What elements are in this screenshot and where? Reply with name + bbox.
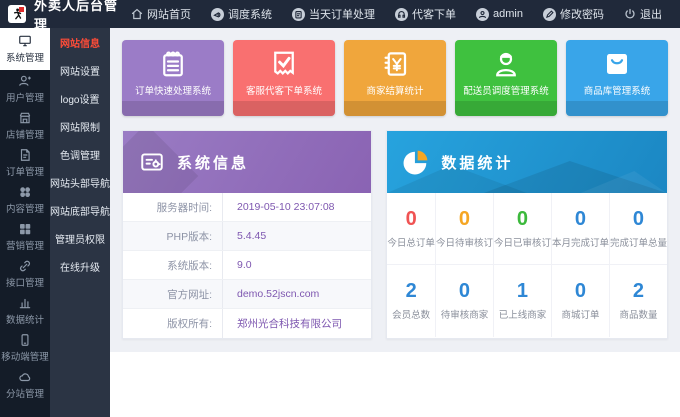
stat-total-completed-orders: 0 完成订单总量 [610, 193, 667, 265]
stats-grid: 0 今日总订单 0 今日待审核订 0 今日已审核订 0 本月完成订单 [387, 193, 667, 337]
system-window-icon [139, 149, 165, 175]
stat-online-merchants: 1 已上线商家 [494, 265, 552, 337]
stat-today-approved-orders: 0 今日已审核订 [494, 193, 552, 265]
top-item-dispatch[interactable]: 调度系统 [201, 0, 282, 28]
notepad-icon [158, 49, 188, 79]
sidebar-item-users[interactable]: 用户管理 [0, 70, 50, 107]
home-icon [131, 8, 143, 20]
sidebar-item-shops[interactable]: 店铺管理 [0, 107, 50, 144]
users-icon [18, 74, 32, 88]
info-row-copyright: 版权所有: 郑州光合科技有限公司 [123, 309, 371, 338]
user-icon [476, 8, 489, 21]
main-content: 订单快速处理系统 客服代客下单系统 商家结算统计 配送员调度管理系统 商品库管理… [110, 28, 680, 417]
top-item-today-orders[interactable]: 当天订单处理 [282, 0, 385, 28]
link-icon [18, 259, 32, 273]
sidebar-item-system[interactable]: 系统管理 [0, 28, 50, 70]
sidebar-item-orders[interactable]: 订单管理 [0, 144, 50, 181]
app-window: 外卖人后台管理 网站首页 调度系统 当天订单处理 [0, 0, 680, 417]
tile-order-processing[interactable]: 订单快速处理系统 [122, 40, 224, 116]
logo-stamp [19, 7, 24, 12]
edit-password-icon [543, 8, 556, 21]
ledger-yen-icon [380, 49, 410, 79]
stat-today-pending-orders: 0 今日待审核订 [436, 193, 494, 265]
cloud-icon [18, 370, 32, 384]
tile-product-library[interactable]: 商品库管理系统 [566, 40, 668, 116]
marketing-icon [18, 222, 32, 236]
mobile-app-icon [18, 333, 32, 347]
data-stats-title: 数据统计 [441, 152, 513, 173]
info-row-system-version: 系统版本: 9.0 [123, 251, 371, 280]
system-icon [18, 34, 32, 48]
order-file-icon [18, 148, 32, 162]
info-row-server-time: 服务器时间: 2019-05-10 23:07:08 [123, 193, 371, 222]
app-title: 外卖人后台管理 [34, 0, 121, 33]
content-icon [18, 185, 32, 199]
data-stats-panel: 数据统计 0 今日总订单 0 今日待审核订 0 今日已审核订 [386, 130, 668, 339]
system-info-panel: 系统信息 服务器时间: 2019-05-10 23:07:08 PHP版本: 5… [122, 130, 372, 339]
info-row-official-site: 官方网址: demo.52jscn.com [123, 280, 371, 309]
sidebar-item-content[interactable]: 内容管理 [0, 181, 50, 218]
stat-total-members: 2 会员总数 [387, 265, 436, 337]
top-item-change-password[interactable]: 修改密码 [533, 0, 614, 28]
stat-pending-merchants: 0 待审核商家 [436, 265, 494, 337]
system-info-title: 系统信息 [177, 152, 249, 173]
shopping-bag-icon [602, 49, 632, 79]
sidebar-item-subsites[interactable]: 分站管理 [0, 366, 50, 403]
data-stats-header: 数据统计 [387, 131, 667, 193]
sidebar-item-statistics[interactable]: 数据统计 [0, 292, 50, 329]
system-info-table: 服务器时间: 2019-05-10 23:07:08 PHP版本: 5.4.45… [123, 193, 371, 338]
submenu-item-site-settings[interactable]: 网站设置 [50, 56, 110, 84]
courier-icon [491, 49, 521, 79]
tile-proxy-order-system[interactable]: 客服代客下单系统 [233, 40, 335, 116]
stat-total-products: 2 商品数量 [610, 265, 667, 337]
topbar: 外卖人后台管理 网站首页 调度系统 当天订单处理 [0, 0, 680, 28]
sidebar-item-api[interactable]: 接口管理 [0, 255, 50, 292]
pie-chart-icon [403, 149, 429, 175]
submenu-item-theme[interactable]: 色调管理 [50, 140, 110, 168]
shop-icon [18, 111, 32, 125]
dashboard-panels: 系统信息 服务器时间: 2019-05-10 23:07:08 PHP版本: 5… [122, 130, 668, 339]
sidebar-item-mobile[interactable]: 移动端管理 [0, 329, 50, 366]
app-logo-icon [8, 5, 26, 23]
tile-merchant-settlement[interactable]: 商家结算统计 [344, 40, 446, 116]
top-item-home[interactable]: 网站首页 [121, 0, 201, 28]
submenu-item-admin-rights[interactable]: 管理员权限 [50, 224, 110, 252]
proxy-order-icon [395, 8, 408, 21]
primary-sidebar: 系统管理 用户管理 店铺管理 订单管理 内容管理 营销管理 接口管理 数据统计 [0, 28, 50, 417]
today-orders-icon [292, 8, 305, 21]
top-item-proxy-order[interactable]: 代客下单 [385, 0, 466, 28]
system-info-header: 系统信息 [123, 131, 371, 193]
submenu-item-online-upgrade[interactable]: 在线升级 [50, 252, 110, 280]
stat-today-orders: 0 今日总订单 [387, 193, 436, 265]
top-item-admin[interactable]: admin [466, 0, 533, 28]
sidebar-item-marketing[interactable]: 营销管理 [0, 218, 50, 255]
receipt-check-icon [269, 49, 299, 79]
tile-courier-dispatch[interactable]: 配送员调度管理系统 [455, 40, 557, 116]
submenu-item-header-nav[interactable]: 网站头部导航 [50, 168, 110, 196]
secondary-sidebar: 网站信息 网站设置 logo设置 网站限制 色调管理 网站头部导航 网站底部导航… [50, 28, 110, 417]
submenu-item-footer-nav[interactable]: 网站底部导航 [50, 196, 110, 224]
info-row-php-version: PHP版本: 5.4.45 [123, 222, 371, 251]
top-menu: 网站首页 调度系统 当天订单处理 代客下单 [121, 0, 672, 28]
stat-mall-orders: 0 商城订单 [552, 265, 610, 337]
quick-tiles: 订单快速处理系统 客服代客下单系统 商家结算统计 配送员调度管理系统 商品库管理… [122, 40, 668, 116]
bar-chart-icon [18, 296, 32, 310]
stat-month-completed-orders: 0 本月完成订单 [552, 193, 610, 265]
dispatch-icon [211, 8, 224, 21]
submenu-item-logo-settings[interactable]: logo设置 [50, 84, 110, 112]
submenu-item-site-limits[interactable]: 网站限制 [50, 112, 110, 140]
logout-icon [624, 8, 636, 20]
top-item-logout[interactable]: 退出 [614, 0, 672, 28]
